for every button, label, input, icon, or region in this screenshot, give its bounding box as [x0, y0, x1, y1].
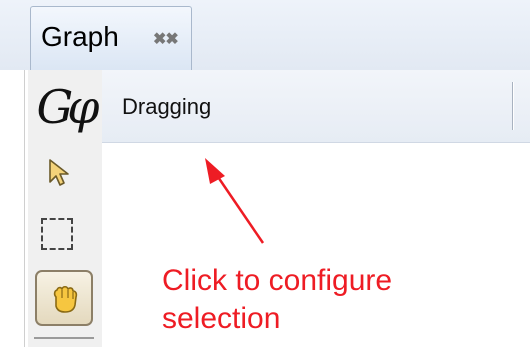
annotation-line-1: Click to configure [162, 264, 393, 297]
annotation-callout: Click to configure selection [162, 262, 502, 338]
annotation-line-2: selection [162, 302, 281, 335]
